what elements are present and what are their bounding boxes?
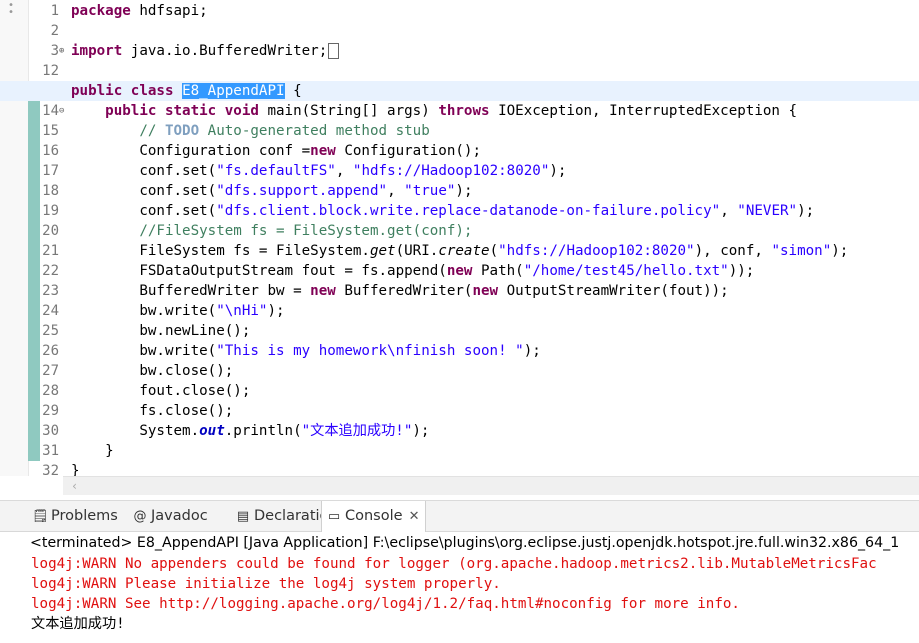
line-number: 18	[42, 183, 59, 199]
line-number-ruler: 1231213141516171819202122232425262728293…	[29, 0, 63, 476]
code-line[interactable]: conf.set("dfs.client.block.write.replace…	[71, 201, 814, 221]
console-warning-line: log4j:WARN No appenders could be found f…	[31, 556, 877, 572]
line-number: 25	[42, 323, 59, 339]
javadoc-icon: @	[133, 509, 147, 524]
java-editor[interactable]: •• 1231213141516171819202122232425262728…	[0, 0, 919, 476]
code-line[interactable]: BufferedWriter bw = new BufferedWriter(n…	[71, 281, 728, 301]
code-line[interactable]: }	[71, 441, 114, 461]
code-line[interactable]: bw.newLine();	[71, 321, 250, 341]
line-number: 20	[42, 223, 59, 239]
line-number: 29	[42, 403, 59, 419]
tab-console[interactable]: ▭ Console ✕	[321, 501, 427, 532]
tab-label: Problems	[51, 508, 118, 524]
line-number: 21	[42, 243, 59, 259]
line-number: 17	[42, 163, 59, 179]
line-number: 24	[42, 303, 59, 319]
code-line[interactable]: bw.write("This is my homework\nfinish so…	[71, 341, 540, 361]
code-line[interactable]: public static void main(String[] args) t…	[71, 101, 797, 121]
views-tab-bar: 🗒 Problems @ Javadoc ▤ Declaration ▭ Console ✕	[0, 501, 919, 532]
console-process-header: <terminated> E8_AppendAPI [Java Applicat…	[30, 535, 900, 551]
close-icon[interactable]: ✕	[409, 509, 420, 524]
console-output-line: 文本追加成功!	[31, 616, 125, 632]
line-number: 19	[42, 203, 59, 219]
code-line[interactable]: conf.set("dfs.support.append", "true");	[71, 181, 472, 201]
tab-javadoc[interactable]: @ Javadoc	[132, 501, 208, 531]
code-line[interactable]: import java.io.BufferedWriter;	[71, 41, 340, 61]
code-line[interactable]: fs.close();	[71, 401, 233, 421]
tab-problems[interactable]: 🗒 Problems	[32, 501, 118, 531]
line-number: 30	[42, 423, 59, 439]
code-line[interactable]: package hdfsapi;	[71, 1, 208, 21]
editor-left-ruler: • •	[0, 0, 40, 476]
code-line[interactable]: public class E8_AppendAPI {	[71, 81, 302, 101]
line-number: 28	[42, 383, 59, 399]
line-number: 31	[42, 443, 59, 459]
problems-icon: 🗒	[32, 509, 49, 524]
code-line[interactable]: }	[71, 461, 80, 476]
console-icon: ▭	[327, 509, 341, 524]
tab-label: Javadoc	[151, 508, 208, 524]
line-number: 14	[42, 103, 59, 119]
line-number: 12	[42, 63, 59, 79]
code-line[interactable]: // TODO Auto-generated method stub	[71, 121, 429, 141]
code-line[interactable]: bw.write("\nHi");	[71, 301, 284, 321]
code-line[interactable]: bw.close();	[71, 361, 233, 381]
line-number: 16	[42, 143, 59, 159]
code-line[interactable]: conf.set("fs.defaultFS", "hdfs://Hadoop1…	[71, 161, 566, 181]
line-number: 22	[42, 263, 59, 279]
tab-label: Console	[345, 508, 403, 524]
console-warning-line: log4j:WARN Please initialize the log4j s…	[31, 576, 501, 592]
collapse-fold-icon[interactable]: ⊖	[59, 101, 64, 121]
bottom-views-panel: 🗒 Problems @ Javadoc ▤ Declaration ▭ Console ✕ <…	[0, 500, 919, 643]
expand-fold-icon[interactable]: ⊕	[59, 41, 64, 61]
line-number: 27	[42, 363, 59, 379]
editor-horizontal-scrollbar[interactable]: ‹	[63, 476, 919, 495]
line-number: 26	[42, 343, 59, 359]
code-line[interactable]: FSDataOutputStream fout = fs.append(new …	[71, 261, 754, 281]
scroll-left-icon[interactable]: ‹	[71, 477, 78, 495]
code-line[interactable]: System.out.println("文本追加成功!");	[71, 421, 429, 441]
line-number: 1	[50, 3, 59, 19]
code-line[interactable]: //FileSystem fs = FileSystem.get(conf);	[71, 221, 472, 241]
code-line[interactable]: FileSystem fs = FileSystem.get(URI.creat…	[71, 241, 848, 261]
line-number: 2	[50, 23, 59, 39]
code-line[interactable]: fout.close();	[71, 381, 250, 401]
line-number: 3	[50, 43, 59, 59]
line-number: 23	[42, 283, 59, 299]
line-number: 32	[42, 463, 59, 476]
line-number: 15	[42, 123, 59, 139]
declaration-icon: ▤	[236, 509, 250, 524]
console-warning-line: log4j:WARN See http://logging.apache.org…	[31, 596, 740, 612]
code-line[interactable]: Configuration conf =new Configuration();	[71, 141, 481, 161]
overview-dots-icon: • •	[8, 0, 15, 18]
